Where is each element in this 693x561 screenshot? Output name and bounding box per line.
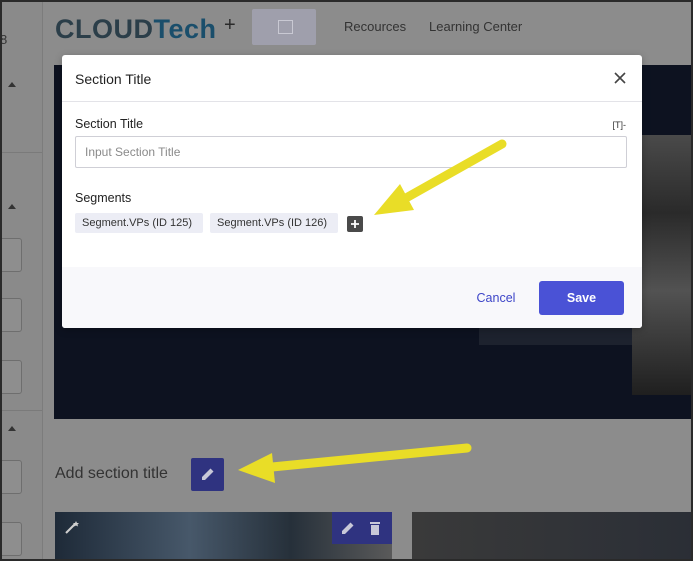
add-segment-button[interactable]: [347, 216, 363, 232]
image-placeholder-icon: [278, 20, 293, 34]
rail-divider: [2, 152, 42, 153]
caret-up-icon[interactable]: [8, 426, 16, 431]
screenshot-frame: 8 CLOUDTech + Recources Learning Center …: [0, 0, 693, 561]
modal-header: Section Title: [62, 55, 642, 102]
rail-field[interactable]: [2, 522, 22, 556]
add-section-title-label: Add section title: [55, 465, 168, 482]
plus-icon: [351, 220, 359, 228]
segment-chip[interactable]: Segment.VPs (ID 126): [210, 213, 338, 233]
pencil-icon[interactable]: [340, 520, 356, 536]
magic-wand-icon[interactable]: [64, 519, 80, 535]
rail-divider: [2, 410, 42, 411]
modal-footer: Cancel Save: [62, 267, 642, 328]
section-title-label: Section Title: [75, 117, 144, 131]
caret-up-icon[interactable]: [8, 204, 16, 209]
rail-field[interactable]: [2, 360, 22, 394]
card-toolbar: [332, 512, 392, 544]
save-button[interactable]: Save: [539, 281, 624, 315]
section-title-input[interactable]: [75, 136, 627, 168]
rail-field[interactable]: [2, 238, 22, 272]
text-format-toggle[interactable]: [T]-: [613, 120, 627, 130]
content-card-2[interactable]: [412, 512, 691, 559]
nav-link-resources[interactable]: Recources: [344, 19, 406, 34]
section-title-modal: Section Title Section Title [T]- Segment…: [62, 55, 642, 328]
logo-text-cloud: CLOUD: [55, 14, 154, 44]
modal-title: Section Title: [75, 71, 152, 87]
add-logo-button[interactable]: +: [224, 14, 236, 37]
rail-number: 8: [0, 32, 8, 47]
logo-text-tech: Tech: [153, 14, 217, 44]
close-icon[interactable]: [612, 70, 628, 86]
rail-field[interactable]: [2, 298, 22, 332]
trash-icon[interactable]: [367, 520, 383, 536]
segments-label: Segments: [75, 191, 132, 205]
logo-image-placeholder[interactable]: [252, 9, 316, 45]
brand-logo[interactable]: CLOUDTech: [55, 14, 217, 45]
segment-chip[interactable]: Segment.VPs (ID 125): [75, 213, 203, 233]
rail-field[interactable]: [2, 460, 22, 494]
caret-up-icon[interactable]: [8, 82, 16, 87]
cancel-button[interactable]: Cancel: [462, 283, 530, 313]
left-rail: 8: [2, 2, 43, 559]
edit-section-title-button[interactable]: [191, 458, 224, 491]
pencil-icon: [202, 468, 214, 480]
nav-link-learning-center[interactable]: Learning Center: [429, 19, 522, 34]
